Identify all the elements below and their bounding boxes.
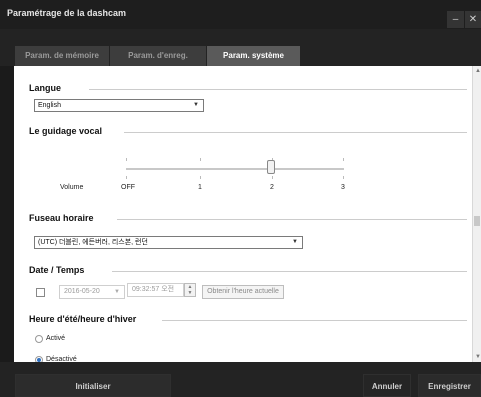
language-select-value: English [38,102,61,109]
tab-enregistrement[interactable]: Param. d'enreg. [110,46,206,66]
dst-radio-active[interactable] [35,335,43,343]
footer-bar: Initialiser Annuler Enregistrer [0,362,481,397]
spin-down-icon[interactable]: ▼ [185,290,195,296]
title-bar: Paramétrage de la dashcam – ✕ [0,0,481,29]
language-select[interactable]: English ▼ [34,99,204,112]
divider [162,320,467,321]
slider-label-3: 3 [341,184,345,191]
date-field[interactable]: 2016-05-20 ▼ [59,285,125,299]
slider-tick [272,176,273,179]
chevron-down-icon: ▼ [193,102,199,108]
section-title-dst: Heure d'été/heure d'hiver [29,314,137,324]
scrollbar-thumb[interactable] [474,216,480,226]
timezone-select-value: (UTC) 더블린, 에든버러, 리스본, 런던 [38,239,148,246]
divider [89,89,467,90]
slider-tick [343,176,344,179]
time-value: 09:32:57 오전 [132,286,175,293]
chevron-down-icon: ▼ [114,289,120,295]
volume-slider-thumb[interactable] [267,160,275,174]
slider-tick [126,158,127,161]
slider-label-off: OFF [121,184,135,191]
tab-memoire[interactable]: Param. de mémoire [15,46,109,66]
minimize-button[interactable]: – [447,11,464,28]
volume-label: Volume [60,184,84,191]
cancel-button[interactable]: Annuler [363,374,411,397]
slider-tick [200,158,201,161]
timezone-select[interactable]: (UTC) 더블린, 에든버러, 리스본, 런던 ▼ [34,236,303,249]
slider-tick [343,158,344,161]
dst-label-active: Activé [46,335,66,342]
scroll-up-icon[interactable]: ▲ [475,68,481,74]
time-spinner[interactable]: ▲ ▼ [184,283,196,297]
panel-scrollbar[interactable]: ▲ ▼ [472,66,481,362]
scroll-down-icon[interactable]: ▼ [475,354,481,360]
settings-panel: Langue English ▼ Le guidage vocal Fuseau… [14,66,481,362]
divider [112,271,467,272]
slider-tick [200,176,201,179]
divider [117,219,467,220]
tab-strip: Param. de mémoire Param. d'enreg. Param.… [0,29,481,66]
chevron-down-icon: ▼ [292,239,298,245]
close-button[interactable]: ✕ [465,11,481,28]
get-current-time-button[interactable]: Obtenir l'heure actuelle [202,285,284,299]
slider-label-1: 1 [198,184,202,191]
tab-systeme[interactable]: Param. système [207,46,300,66]
section-title-date: Date / Temps [29,265,85,275]
section-title-fuseau: Fuseau horaire [29,213,94,223]
date-value: 2016-05-20 [64,288,100,295]
datetime-checkbox[interactable] [36,288,45,297]
volume-slider-track[interactable] [126,168,344,170]
save-button[interactable]: Enregistrer [418,374,481,397]
initialize-button[interactable]: Initialiser [15,374,171,397]
divider [124,132,467,133]
time-field[interactable]: 09:32:57 오전 [127,283,184,297]
window-title: Paramétrage de la dashcam [7,8,127,18]
section-title-langue: Langue [29,83,62,93]
slider-tick [126,176,127,179]
slider-label-2: 2 [270,184,274,191]
section-title-guidage: Le guidage vocal [29,126,103,136]
